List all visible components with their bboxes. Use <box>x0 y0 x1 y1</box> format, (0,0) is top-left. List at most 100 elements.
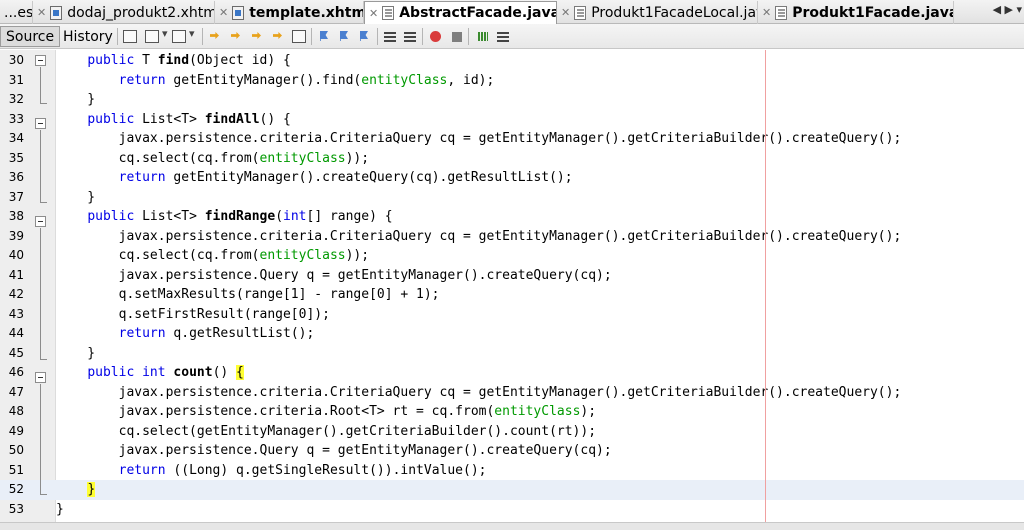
code-editor[interactable]: 30 public T find(Object id) {31 return g… <box>0 50 1024 522</box>
toolbar-separator <box>468 28 469 45</box>
shift-right-icon[interactable] <box>403 30 417 43</box>
code-text[interactable]: cq.select(cq.from(entityClass)); <box>56 149 369 169</box>
code-text[interactable]: public List<T> findAll() { <box>56 110 291 130</box>
code-text[interactable]: javax.persistence.criteria.CriteriaQuery… <box>56 129 902 149</box>
toolbar-separator <box>422 28 423 45</box>
tab-label: Produkt1FacadeLocal.java <box>591 4 758 21</box>
code-text[interactable]: return q.getResultList(); <box>56 324 315 344</box>
fold-toggle-icon[interactable] <box>35 55 46 66</box>
code-text[interactable]: public List<T> findRange(int[] range) { <box>56 207 392 227</box>
back-icon[interactable] <box>145 30 159 43</box>
code-text[interactable]: q.setFirstResult(range[0]); <box>56 305 330 325</box>
line-number: 51 <box>8 462 24 477</box>
tab-dodaj-produkt2[interactable]: ✕ dodaj_produkt2.xhtml <box>33 1 215 24</box>
close-icon[interactable]: ✕ <box>762 6 771 19</box>
code-line[interactable]: 39 javax.persistence.criteria.CriteriaQu… <box>0 227 1024 247</box>
line-number: 45 <box>8 345 24 360</box>
code-line[interactable]: 46 public int count() { <box>0 363 1024 383</box>
code-line[interactable]: 52 } <box>0 480 1024 500</box>
code-line[interactable]: 47 javax.persistence.criteria.CriteriaQu… <box>0 383 1024 403</box>
code-line[interactable]: 48 javax.persistence.criteria.Root<T> rt… <box>0 402 1024 422</box>
tab-label: Produkt1Facade.java <box>792 4 954 21</box>
code-line[interactable]: 50 javax.persistence.Query q = getEntity… <box>0 441 1024 461</box>
code-line[interactable]: 43 q.setFirstResult(range[0]); <box>0 305 1024 325</box>
code-text[interactable]: javax.persistence.Query q = getEntityMan… <box>56 266 612 286</box>
code-text[interactable]: javax.persistence.Query q = getEntityMan… <box>56 441 612 461</box>
code-line[interactable]: 42 q.setMaxResults(range[1] - range[0] +… <box>0 285 1024 305</box>
code-line[interactable]: 37 } <box>0 188 1024 208</box>
code-text[interactable]: return ((Long) q.getSingleResult()).intV… <box>56 461 487 481</box>
xhtml-file-icon <box>50 5 63 20</box>
code-line[interactable]: 53} <box>0 500 1024 520</box>
close-icon[interactable]: ✕ <box>37 6 46 19</box>
code-text[interactable]: javax.persistence.criteria.Root<T> rt = … <box>56 402 596 422</box>
fold-toggle-icon[interactable] <box>35 216 46 227</box>
tab-template[interactable]: ✕ template.xhtml <box>215 1 364 24</box>
code-text[interactable]: public int count() { <box>56 363 244 383</box>
toggle-rectangular-selection-icon[interactable] <box>292 30 306 43</box>
line-number: 34 <box>8 131 24 145</box>
next-bookmark-icon[interactable] <box>337 30 351 43</box>
history-button[interactable]: History <box>58 26 118 47</box>
code-text[interactable]: javax.persistence.criteria.CriteriaQuery… <box>56 383 902 403</box>
code-text[interactable]: return getEntityManager().find(entityCla… <box>56 71 495 91</box>
fold-guide <box>40 130 41 202</box>
code-line[interactable]: 40 cq.select(cq.from(entityClass)); <box>0 246 1024 266</box>
close-icon[interactable]: ✕ <box>369 7 378 20</box>
line-number: 43 <box>8 306 24 321</box>
comment-icon[interactable] <box>476 30 490 43</box>
uncomment-icon[interactable] <box>496 30 510 43</box>
source-button[interactable]: Source <box>0 26 61 47</box>
code-text[interactable]: } <box>56 344 95 364</box>
code-line[interactable]: 36 return getEntityManager().createQuery… <box>0 168 1024 188</box>
close-icon[interactable]: ✕ <box>561 6 570 19</box>
find-next-icon[interactable] <box>250 30 264 43</box>
code-line[interactable]: 38 public List<T> findRange(int[] range)… <box>0 207 1024 227</box>
code-text[interactable]: public T find(Object id) { <box>56 51 291 71</box>
fold-toggle-icon[interactable] <box>35 118 46 129</box>
code-text[interactable]: return getEntityManager().createQuery(cq… <box>56 168 573 188</box>
fold-toggle-icon[interactable] <box>35 372 46 383</box>
shift-left-icon[interactable] <box>383 30 397 43</box>
code-line[interactable]: 45 } <box>0 344 1024 364</box>
code-line[interactable]: 35 cq.select(cq.from(entityClass)); <box>0 149 1024 169</box>
code-line[interactable]: 32 } <box>0 90 1024 110</box>
code-line[interactable]: 51 return ((Long) q.getSingleResult()).i… <box>0 461 1024 481</box>
toggle-bookmark-icon[interactable] <box>357 30 371 43</box>
code-text[interactable]: cq.select(getEntityManager().getCriteria… <box>56 422 596 442</box>
line-number: 49 <box>8 423 24 438</box>
tab-abstract-facade[interactable]: ✕ AbstractFacade.java <box>364 1 557 24</box>
code-text[interactable]: cq.select(cq.from(entityClass)); <box>56 246 369 266</box>
code-text[interactable]: q.setMaxResults(range[1] - range[0] + 1)… <box>56 285 440 305</box>
last-edit-icon[interactable] <box>123 30 137 43</box>
code-line[interactable]: 34 javax.persistence.criteria.CriteriaQu… <box>0 129 1024 149</box>
stop-macro-recording-icon[interactable] <box>452 32 462 42</box>
tab-scroll-arrows-icon[interactable]: ◀ ▶ ▾ <box>993 3 1022 16</box>
forward-icon[interactable] <box>172 30 186 43</box>
find-previous-icon[interactable] <box>229 30 243 43</box>
xhtml-file-icon <box>232 5 245 20</box>
code-line[interactable]: 44 return q.getResultList(); <box>0 324 1024 344</box>
find-selection-icon[interactable] <box>208 30 222 43</box>
previous-bookmark-icon[interactable] <box>317 30 331 43</box>
tab-produkt1-facade[interactable]: ✕ Produkt1Facade.java <box>758 1 954 24</box>
tab-label: ...es <box>4 4 33 21</box>
code-line[interactable]: 33 public List<T> findAll() { <box>0 110 1024 130</box>
toggle-highlight-icon[interactable] <box>271 30 285 43</box>
code-line[interactable]: 49 cq.select(getEntityManager().getCrite… <box>0 422 1024 442</box>
code-line[interactable]: 41 javax.persistence.Query q = getEntity… <box>0 266 1024 286</box>
code-text[interactable]: } <box>56 90 95 110</box>
close-icon[interactable]: ✕ <box>219 6 228 19</box>
code-line[interactable]: 30 public T find(Object id) { <box>0 51 1024 71</box>
code-text[interactable]: } <box>56 480 96 500</box>
tab-produkt1-facade-local[interactable]: ✕ Produkt1FacadeLocal.java <box>557 1 758 24</box>
code-text[interactable]: } <box>56 500 64 520</box>
chevron-down-icon[interactable] <box>187 27 201 43</box>
code-text[interactable]: javax.persistence.criteria.CriteriaQuery… <box>56 227 902 247</box>
editor-tab-bar: ...es ✕ dodaj_produkt2.xhtml ✕ template.… <box>0 0 1024 24</box>
code-line[interactable]: 31 return getEntityManager().find(entity… <box>0 71 1024 91</box>
code-text[interactable]: } <box>56 188 95 208</box>
tab-overflow[interactable]: ...es <box>0 1 33 24</box>
line-number: 36 <box>8 170 24 184</box>
start-macro-recording-icon[interactable] <box>430 31 441 42</box>
